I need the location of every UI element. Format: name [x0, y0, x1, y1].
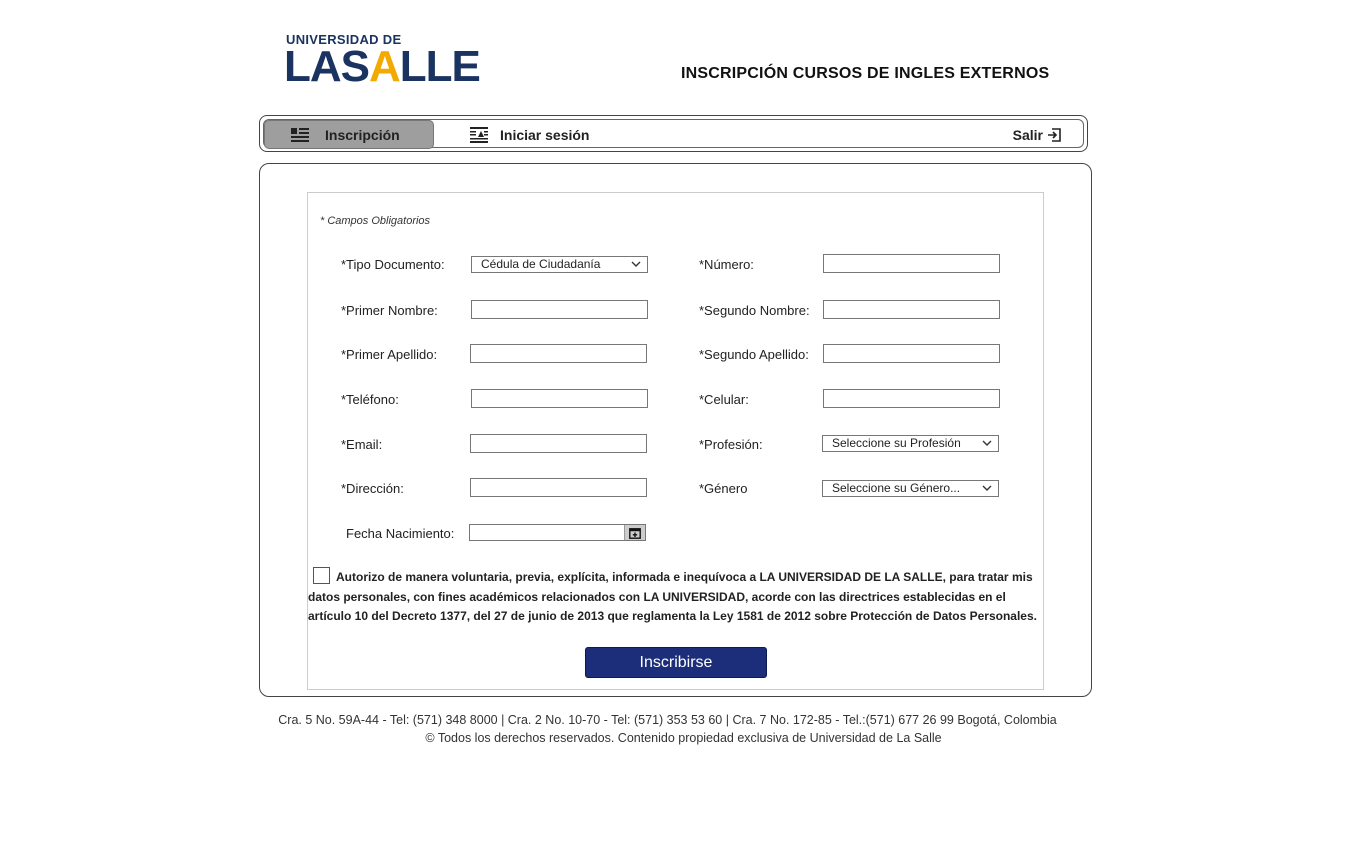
consent-text: Autorizo de manera voluntaria, previa, e… — [308, 570, 1037, 623]
email-input[interactable] — [470, 434, 647, 453]
calendar-button[interactable] — [624, 525, 645, 540]
logout-label: Salir — [1012, 127, 1043, 143]
footer-copyright: © Todos los derechos reservados. Conteni… — [425, 731, 942, 745]
chevron-down-icon — [982, 440, 992, 446]
tipo-documento-label: *Tipo Documento: — [341, 257, 445, 272]
nav-bar-inner: Inscripción Iniciar sesión Salir — [263, 119, 1084, 149]
email-label: *Email: — [341, 437, 383, 452]
page-title: INSCRIPCIÓN CURSOS DE INGLES EXTERNOS — [681, 65, 1050, 82]
nav-bar: Inscripción Iniciar sesión Salir — [259, 115, 1088, 152]
numero-input[interactable] — [823, 254, 1000, 273]
nav-item-inscripcion[interactable]: Inscripción — [264, 120, 434, 149]
list-icon — [291, 127, 309, 142]
footer-address: Cra. 5 No. 59A-44 - Tel: (571) 348 8000 … — [278, 713, 1057, 727]
profesion-label: *Profesión: — [699, 437, 763, 452]
segundo-nombre-input[interactable] — [823, 300, 1000, 319]
calendar-icon — [629, 527, 641, 539]
fecha-nacimiento-label: Fecha Nacimiento: — [346, 526, 455, 541]
profesion-value: Seleccione su Profesión — [832, 436, 961, 450]
genero-select[interactable]: Seleccione su Género... — [822, 480, 999, 497]
tipo-documento-value: Cédula de Ciudadanía — [481, 257, 601, 271]
segundo-apellido-input[interactable] — [823, 344, 1000, 363]
exit-icon — [1048, 128, 1061, 142]
celular-input[interactable] — [823, 389, 1000, 408]
fecha-nacimiento-input[interactable] — [469, 524, 646, 541]
primer-apellido-label: *Primer Apellido: — [341, 347, 438, 362]
logout-link[interactable]: Salir — [1013, 121, 1061, 149]
genero-value: Seleccione su Género... — [832, 481, 961, 495]
segundo-nombre-label: *Segundo Nombre: — [699, 303, 810, 318]
logo-main-text: LASALLE — [284, 42, 481, 91]
login-form-icon — [470, 127, 488, 143]
profesion-select[interactable]: Seleccione su Profesión — [822, 435, 999, 452]
nav-item-label: Inscripción — [325, 126, 400, 143]
tipo-documento-select[interactable]: Cédula de Ciudadanía — [471, 256, 648, 273]
chevron-down-icon — [631, 261, 641, 267]
telefono-label: *Teléfono: — [341, 392, 399, 407]
required-fields-note: * Campos Obligatorios — [320, 215, 431, 227]
primer-nombre-input[interactable] — [471, 300, 648, 319]
segundo-apellido-label: *Segundo Apellido: — [699, 347, 809, 362]
genero-label: *Género — [699, 481, 748, 496]
direccion-input[interactable] — [470, 478, 647, 497]
university-logo: UNIVERSIDAD DE LASALLE — [284, 32, 481, 90]
numero-label: *Número: — [699, 257, 754, 272]
celular-label: *Celular: — [699, 392, 749, 407]
direccion-label: *Dirección: — [341, 481, 404, 496]
nav-item-iniciar-sesion[interactable]: Iniciar sesión — [470, 121, 589, 149]
primer-nombre-label: *Primer Nombre: — [341, 303, 438, 318]
chevron-down-icon — [982, 485, 992, 491]
inscribirse-button[interactable]: Inscribirse — [585, 647, 767, 678]
telefono-input[interactable] — [471, 389, 648, 408]
nav-item-label: Iniciar sesión — [500, 127, 590, 143]
primer-apellido-input[interactable] — [470, 344, 647, 363]
